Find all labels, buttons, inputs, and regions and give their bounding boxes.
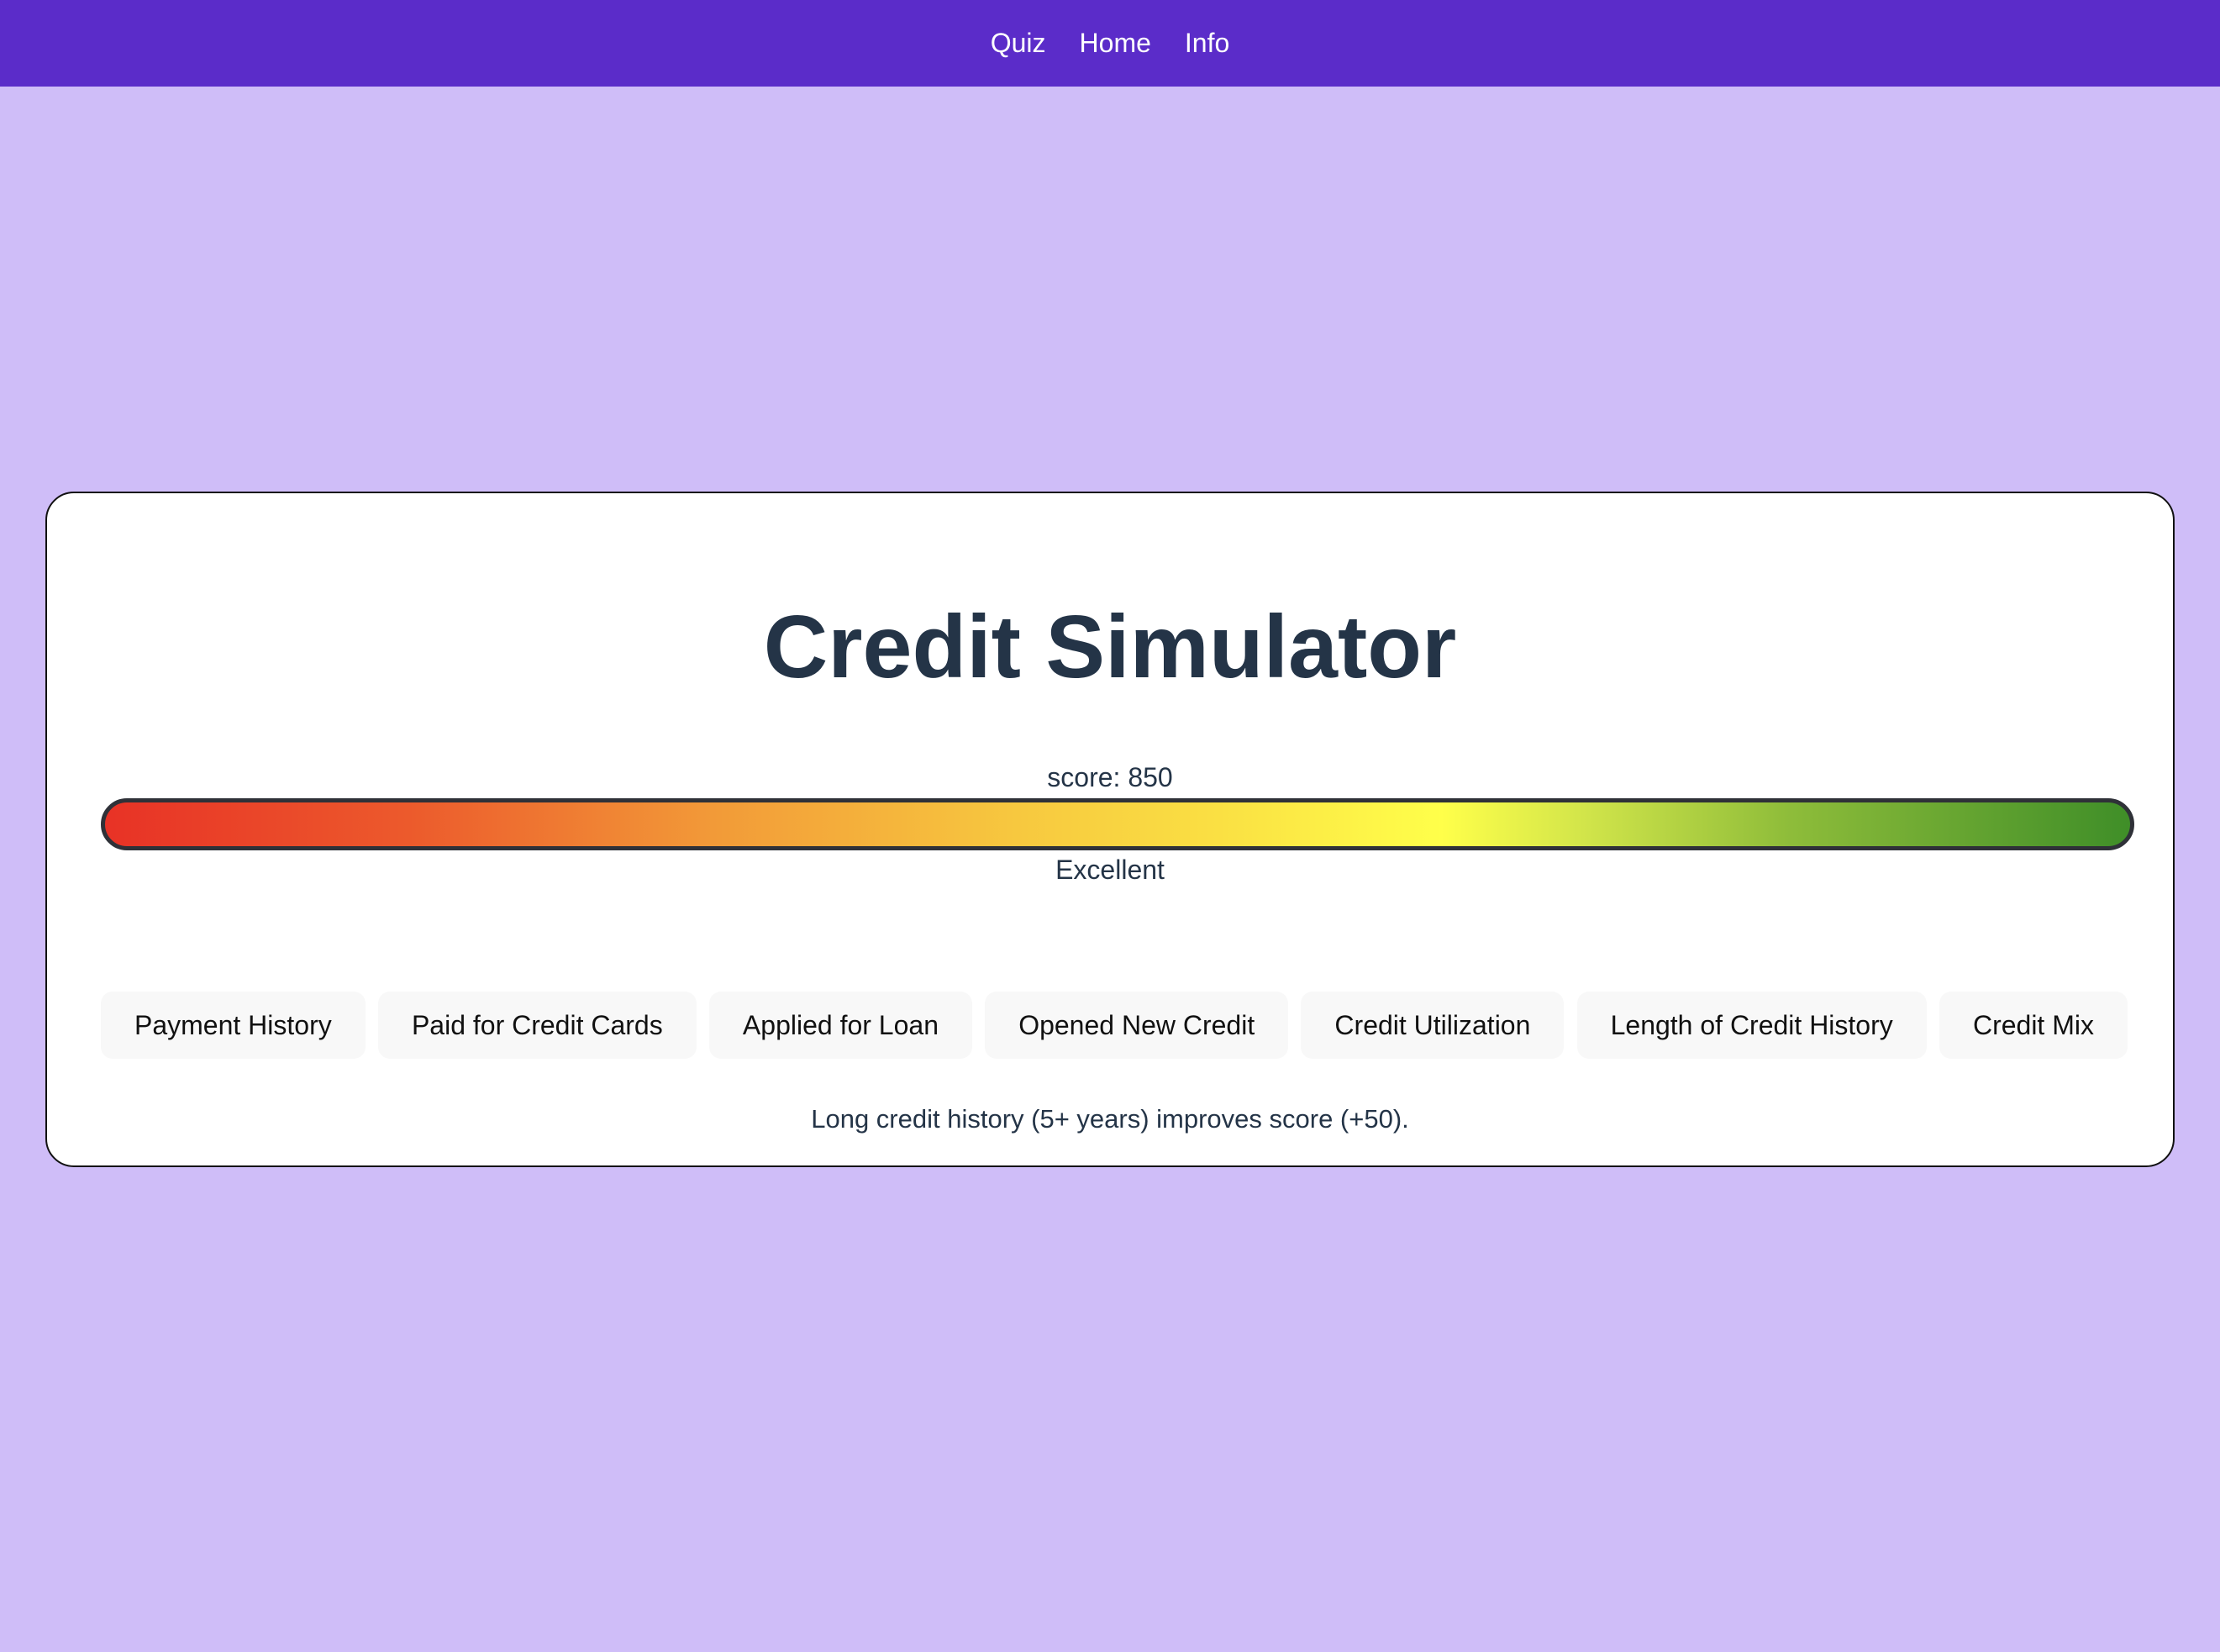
tab-credit-mix[interactable]: Credit Mix	[1939, 992, 2128, 1059]
score-gradient-bar	[101, 798, 2134, 850]
simulator-card: Credit Simulator score: 850 Excellent Pa…	[45, 492, 2175, 1167]
score-label: score: 850	[1047, 762, 1173, 792]
tab-opened-new-credit[interactable]: Opened New Credit	[985, 992, 1289, 1059]
page-title: Credit Simulator	[763, 597, 1457, 697]
nav-link-home[interactable]: Home	[1080, 28, 1151, 59]
score-rating-label: Excellent	[1055, 855, 1165, 885]
tab-credit-utilization[interactable]: Credit Utilization	[1301, 992, 1565, 1059]
tab-paid-for-credit-cards[interactable]: Paid for Credit Cards	[377, 992, 697, 1059]
tab-applied-for-loan[interactable]: Applied for Loan	[708, 992, 972, 1059]
nav-link-quiz[interactable]: Quiz	[991, 28, 1046, 59]
factor-description: Long credit history (5+ years) improves …	[811, 1104, 1409, 1134]
tab-length-of-credit-history[interactable]: Length of Credit History	[1576, 992, 1927, 1059]
tab-payment-history[interactable]: Payment History	[101, 992, 366, 1059]
factor-tabs: Payment History Paid for Credit Cards Ap…	[101, 992, 2128, 1059]
top-navbar: Quiz Home Info	[0, 0, 2220, 87]
nav-link-info[interactable]: Info	[1185, 28, 1229, 59]
